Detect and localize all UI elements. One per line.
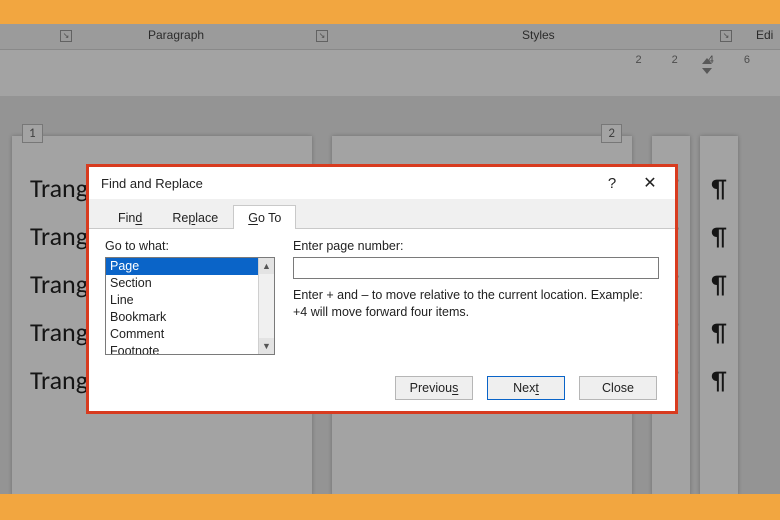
dialog-tabs: Find Replace Go To [89, 199, 675, 229]
enter-page-number-label: Enter page number: [293, 239, 659, 253]
list-item[interactable]: Footnote [106, 343, 258, 354]
ribbon-group-editing: Edi [756, 28, 773, 42]
find-and-replace-dialog: Find and Replace ? ✕ Find Replace Go To … [86, 164, 678, 414]
tab-goto[interactable]: Go To [233, 205, 296, 229]
help-icon: ? [608, 175, 616, 192]
page-number-box: 2 [601, 124, 622, 143]
list-item[interactable]: Comment [106, 326, 258, 343]
next-button[interactable]: Next [487, 376, 565, 400]
close-icon: ✕ [643, 173, 656, 193]
ruler-tick: 2 [636, 54, 642, 72]
list-item[interactable]: Line [106, 292, 258, 309]
scroll-up-icon[interactable]: ▲ [259, 258, 274, 274]
close-button[interactable]: ✕ [631, 169, 669, 197]
goto-what-label: Go to what: [105, 239, 275, 253]
editing-launcher-icon[interactable]: ↘ [720, 30, 732, 42]
page-number-box: 1 [22, 124, 43, 143]
ribbon-group-styles: Styles [522, 28, 555, 42]
goto-what-listbox[interactable]: Page Section Line Bookmark Comment Footn… [105, 257, 275, 355]
ruler-tick: 2 [672, 54, 678, 72]
ribbon: ↘ Paragraph ↘ Styles ↘ Edi [0, 24, 780, 50]
list-item[interactable]: Page [106, 258, 258, 275]
page-sliver: ¶¶¶¶¶ [700, 136, 738, 496]
previous-button[interactable]: Previous [395, 376, 473, 400]
scroll-down-icon[interactable]: ▼ [259, 338, 274, 354]
list-item[interactable]: Section [106, 275, 258, 292]
ruler: 2 2 4 6 [0, 50, 780, 96]
tab-find[interactable]: Find [103, 205, 157, 229]
page-number-input[interactable] [293, 257, 659, 279]
close-dialog-button[interactable]: Close [579, 376, 657, 400]
listbox-scrollbar[interactable]: ▲ ▼ [258, 258, 274, 354]
tab-replace[interactable]: Replace [157, 205, 233, 229]
list-item[interactable]: Bookmark [106, 309, 258, 326]
dialog-title: Find and Replace [101, 176, 593, 191]
paragraph-launcher-icon[interactable]: ↘ [60, 30, 72, 42]
ribbon-group-paragraph: Paragraph [148, 28, 204, 42]
goto-hint-text: Enter + and – to move relative to the cu… [293, 287, 659, 321]
dialog-titlebar[interactable]: Find and Replace ? ✕ [89, 167, 675, 199]
help-button[interactable]: ? [593, 169, 631, 197]
styles-launcher-icon[interactable]: ↘ [316, 30, 328, 42]
frame-border [0, 494, 780, 520]
indent-markers-icon[interactable] [700, 58, 714, 74]
ruler-tick: 6 [744, 54, 750, 72]
